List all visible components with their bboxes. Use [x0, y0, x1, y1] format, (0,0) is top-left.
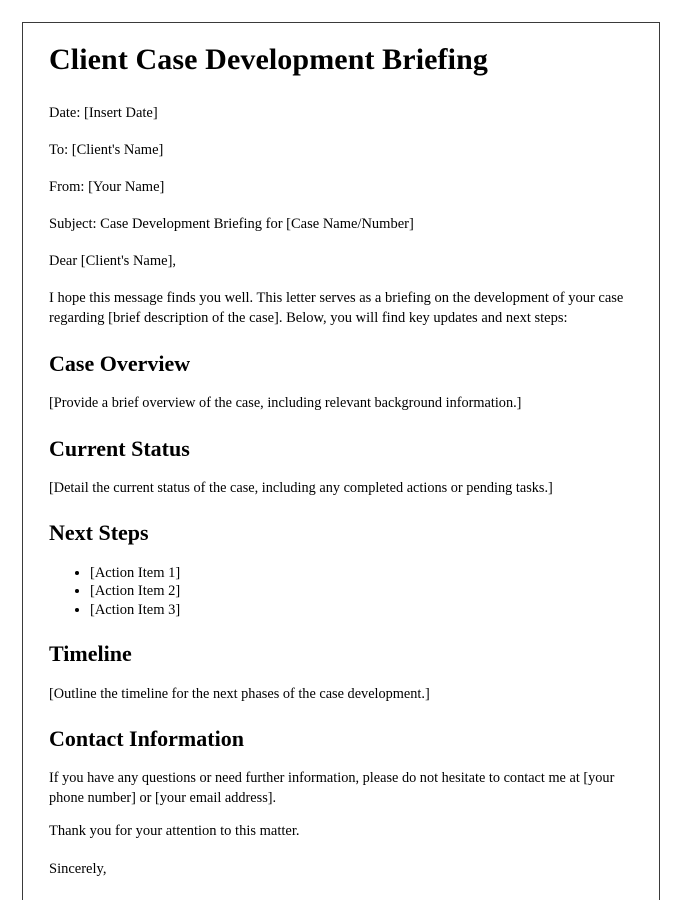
section-heading-contact-information: Contact Information: [49, 725, 244, 751]
section-heading-timeline: Timeline: [49, 641, 132, 667]
list-item: [Action Item 1]: [90, 564, 633, 583]
document-title: Client Case Development Briefing: [49, 43, 488, 76]
header-field-to: To: [Client's Name]: [49, 141, 164, 158]
section-body-timeline: [Outline the timeline for the next phase…: [49, 685, 430, 702]
salutation: Dear [Client's Name],: [49, 253, 177, 269]
header-field-subject: Subject: Case Development Briefing for […: [49, 215, 414, 232]
section-body-case-overview: [Provide a brief overview of the case, i…: [49, 395, 522, 412]
list-item: [Action Item 3]: [90, 601, 633, 620]
document-viewport: Client Case Development Briefing Date: […: [0, 0, 700, 900]
section-heading-current-status: Current Status: [49, 435, 190, 461]
list-item: [Action Item 2]: [90, 582, 633, 601]
section-heading-next-steps: Next Steps: [49, 520, 149, 546]
section-body-contact-information: If you have any questions or need furthe…: [49, 770, 615, 806]
closing-signoff: Sincerely,: [49, 860, 107, 877]
section-heading-case-overview: Case Overview: [49, 350, 191, 376]
header-field-date: Date: [Insert Date]: [49, 104, 158, 121]
header-field-from: From: [Your Name]: [49, 178, 165, 195]
document-content: Client Case Development Briefing Date: […: [49, 43, 633, 900]
next-steps-list: [Action Item 1] [Action Item 2] [Action …: [49, 564, 633, 620]
closing-thank-you: Thank you for your attention to this mat…: [49, 822, 300, 839]
document-page: Client Case Development Briefing Date: […: [22, 22, 660, 900]
intro-paragraph: I hope this message finds you well. This…: [49, 290, 624, 326]
section-body-current-status: [Detail the current status of the case, …: [49, 479, 553, 496]
